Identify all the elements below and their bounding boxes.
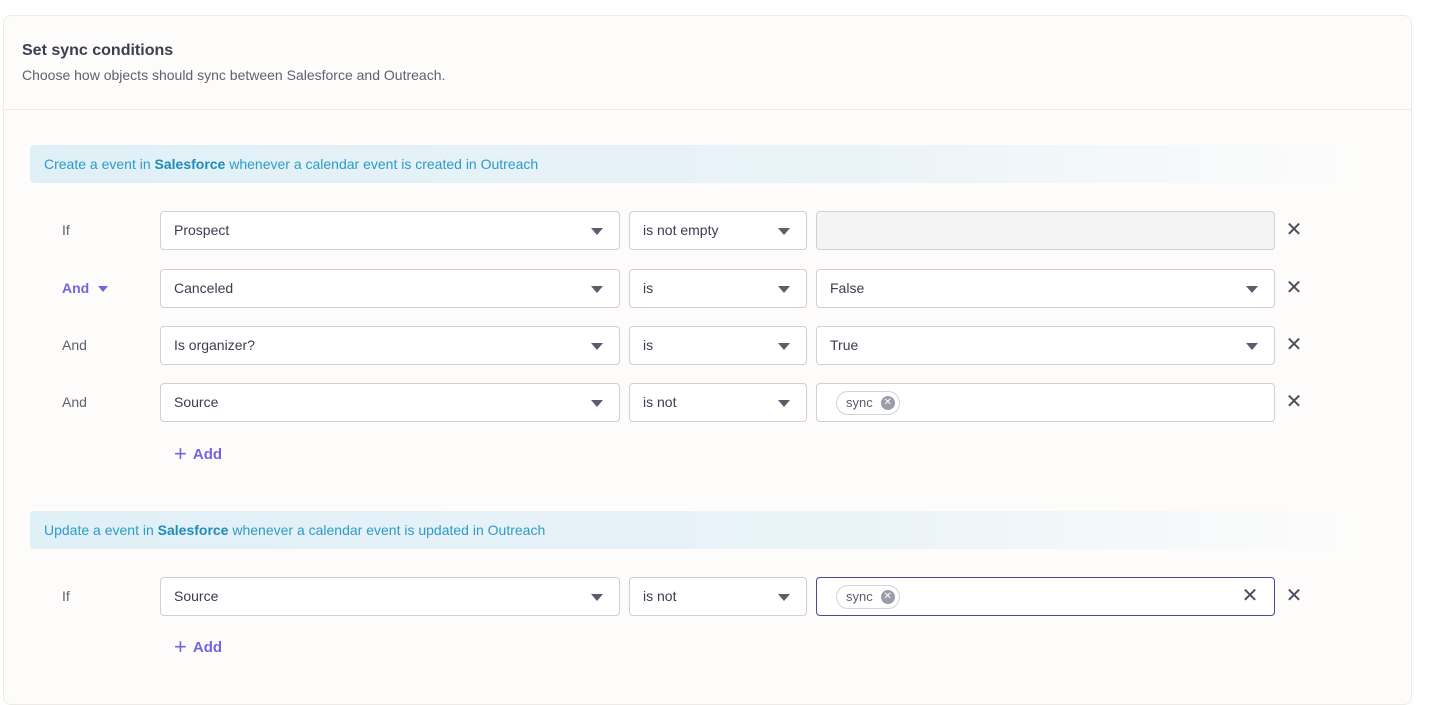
conjunction-label: If <box>62 588 70 604</box>
value-select-value: True <box>830 337 859 353</box>
clear-value-icon[interactable]: ✕ <box>1240 586 1260 606</box>
operator-select[interactable]: is <box>629 326 807 365</box>
value-tag-label: sync <box>846 589 873 604</box>
operator-select[interactable]: is <box>629 269 807 308</box>
value-select[interactable]: False <box>816 269 1275 308</box>
field-select-value: Source <box>174 588 219 604</box>
operator-select[interactable]: is not empty <box>629 211 807 250</box>
value-select[interactable]: True <box>816 326 1275 365</box>
field-select-value: Prospect <box>174 222 230 238</box>
caret-down-icon <box>591 228 603 235</box>
caret-down-icon <box>591 400 603 407</box>
close-icon[interactable]: ✕ <box>1284 586 1304 606</box>
circle-x-icon[interactable]: ✕ <box>880 590 895 604</box>
close-icon[interactable]: ✕ <box>1284 220 1304 240</box>
close-icon[interactable]: ✕ <box>1284 335 1304 355</box>
operator-select-value: is <box>643 280 654 296</box>
condition-row: If Source is not sync ✕ ✕ ✕ <box>4 577 1413 616</box>
panel-header: Set sync conditions Choose how objects s… <box>4 16 1411 110</box>
operator-select-value: is <box>643 337 654 353</box>
add-condition-button[interactable]: + Add <box>174 443 223 465</box>
caret-down-icon <box>778 286 790 293</box>
value-multiselect[interactable]: sync ✕ ✕ <box>816 577 1275 616</box>
caret-down-icon <box>591 286 603 293</box>
banner-app: Salesforce <box>157 522 229 538</box>
value-select-value: False <box>830 280 865 296</box>
caret-down-icon <box>591 343 603 350</box>
circle-x-icon[interactable]: ✕ <box>880 396 895 410</box>
close-icon[interactable]: ✕ <box>1284 278 1304 298</box>
caret-down-icon <box>778 594 790 601</box>
plus-icon: + <box>174 441 187 466</box>
caret-down-icon <box>98 286 109 293</box>
banner-prefix: Update a event in <box>44 522 158 538</box>
operator-select[interactable]: is not <box>629 577 807 616</box>
banner-suffix: whenever a calendar event is updated in … <box>228 522 546 538</box>
banner-prefix: Create a event in <box>44 156 155 172</box>
conjunction-label: And <box>62 280 90 296</box>
conjunction-label: If <box>62 222 70 238</box>
caret-down-icon <box>591 594 603 601</box>
field-select-value: Source <box>174 394 219 410</box>
conjunction-label: And <box>62 337 87 353</box>
field-select[interactable]: Source <box>160 383 620 422</box>
value-tag-label: sync <box>846 395 873 410</box>
field-select[interactable]: Is organizer? <box>160 326 620 365</box>
conjunction-select[interactable]: And <box>62 269 109 308</box>
caret-down-icon <box>778 400 790 407</box>
field-select[interactable]: Prospect <box>160 211 620 250</box>
banner-suffix: whenever a calendar event is created in … <box>225 156 539 172</box>
sync-conditions-panel: Set sync conditions Choose how objects s… <box>3 15 1412 705</box>
field-select[interactable]: Canceled <box>160 269 620 308</box>
field-select-value: Canceled <box>174 280 234 296</box>
value-tag: sync ✕ <box>836 391 900 415</box>
caret-down-icon <box>1246 343 1258 350</box>
conjunction-label: And <box>62 394 87 410</box>
create-rule-banner: Create a event in Salesforce whenever a … <box>30 145 1370 183</box>
value-input-disabled <box>816 211 1275 250</box>
condition-row: And Is organizer? is True ✕ <box>4 326 1413 365</box>
caret-down-icon <box>1246 286 1258 293</box>
condition-row: And Source is not sync ✕ ✕ <box>4 383 1413 422</box>
add-condition-label: Add <box>192 446 223 463</box>
field-select[interactable]: Source <box>160 577 620 616</box>
condition-row: If Prospect is not empty ✕ <box>4 211 1413 250</box>
field-select-value: Is organizer? <box>174 337 255 353</box>
condition-row: And Canceled is False ✕ <box>4 269 1413 308</box>
page-subtitle: Choose how objects should sync between S… <box>22 67 446 83</box>
caret-down-icon <box>778 228 790 235</box>
update-rule-banner: Update a event in Salesforce whenever a … <box>30 511 1370 549</box>
value-tag: sync ✕ <box>836 585 900 609</box>
banner-app: Salesforce <box>154 156 226 172</box>
caret-down-icon <box>778 343 790 350</box>
close-icon[interactable]: ✕ <box>1284 392 1304 412</box>
operator-select-value: is not empty <box>643 222 719 238</box>
value-multiselect[interactable]: sync ✕ <box>816 383 1275 422</box>
plus-icon: + <box>174 634 187 659</box>
operator-select-value: is not <box>643 394 677 410</box>
operator-select[interactable]: is not <box>629 383 807 422</box>
operator-select-value: is not <box>643 588 677 604</box>
add-condition-button[interactable]: + Add <box>174 636 223 658</box>
page-title: Set sync conditions <box>22 42 174 59</box>
add-condition-label: Add <box>192 639 223 656</box>
